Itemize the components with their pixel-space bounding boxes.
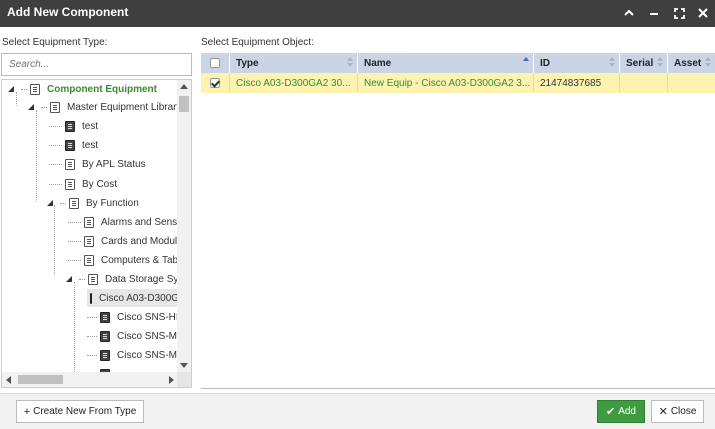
equipment-icon: [100, 330, 110, 342]
chevron-up-icon: [624, 9, 634, 16]
collapse-triangle-icon[interactable]: [45, 199, 54, 208]
dialog-footer: + Create New From Type ✔ Add ✕ Close: [0, 393, 715, 429]
scroll-right-arrow-icon[interactable]: [169, 376, 174, 384]
tree-guide: [74, 282, 75, 372]
scroll-thumb[interactable]: [18, 375, 63, 384]
equipment-icon: [84, 216, 94, 228]
cell-name: New Equip - Cisco A03-D300GA2 3...: [358, 73, 534, 93]
scroll-down-arrow-icon[interactable]: [180, 363, 188, 368]
equipment-icon: [100, 311, 110, 323]
equipment-icon: [90, 292, 92, 304]
column-header-serial[interactable]: Serial: [620, 53, 668, 73]
column-header-name[interactable]: Name: [358, 53, 534, 73]
tree-node-by-cost[interactable]: By Cost: [49, 175, 117, 193]
column-header-id[interactable]: ID: [534, 53, 620, 73]
row-checkbox-cell[interactable]: [201, 73, 230, 93]
equipment-type-tree: Component Equipment Master Equipment Lib…: [1, 79, 192, 388]
sort-icon: [657, 57, 663, 67]
tree-node-by-apl-status[interactable]: By APL Status: [49, 155, 146, 173]
tree-vertical-scrollbar[interactable]: [177, 80, 191, 372]
equipment-icon: [100, 349, 110, 361]
select-all-checkbox[interactable]: [210, 58, 220, 68]
equipment-icon: [65, 178, 75, 190]
table-row[interactable]: Cisco A03-D300GA2 30... New Equip - Cisc…: [201, 73, 715, 93]
cell-type: Cisco A03-D300GA2 30...: [230, 73, 358, 93]
minimize-button[interactable]: [645, 4, 663, 22]
scroll-up-arrow-icon[interactable]: [180, 84, 188, 89]
close-window-button[interactable]: [694, 4, 712, 22]
maximize-button[interactable]: [670, 4, 688, 22]
minimize-icon: [650, 13, 658, 15]
plus-icon: +: [23, 405, 31, 418]
collapse-triangle-icon[interactable]: [26, 103, 35, 112]
equipment-icon: [69, 197, 79, 209]
sort-icon: [609, 57, 615, 67]
scroll-corner: [177, 372, 191, 387]
row-checkbox[interactable]: [210, 78, 220, 88]
tree-node-component-equipment[interactable]: Component Equipment: [6, 80, 157, 98]
tree-node-cisco-sns-m[interactable]: Cisco SNS-M: [87, 327, 177, 345]
sort-ascending-icon: [523, 57, 529, 61]
equipment-icon: [50, 101, 60, 113]
tree-guide: [36, 110, 37, 202]
equipment-icon: [84, 254, 94, 266]
tree-guide: [54, 205, 55, 275]
tree-node-by-function[interactable]: By Function: [45, 194, 139, 212]
tree-node-cisco-sns-hi[interactable]: Cisco SNS-HI: [87, 308, 178, 326]
tree-node-cisco-sns-m[interactable]: Cisco SNS-M: [87, 346, 177, 364]
tree-node-test[interactable]: test: [49, 117, 98, 135]
expand-icon: [673, 7, 685, 19]
create-new-from-type-button[interactable]: + Create New From Type: [16, 400, 144, 423]
equipment-icon: [88, 273, 98, 285]
cell-asset: [668, 73, 715, 93]
checkmark-icon: ✔: [605, 406, 616, 418]
tree-node-computers[interactable]: Computers & Tablets: [68, 251, 178, 269]
tree-node-master-library[interactable]: Master Equipment Library: [26, 98, 178, 116]
collapse-triangle-icon[interactable]: [64, 275, 73, 284]
select-all-header[interactable]: [201, 53, 230, 73]
collapse-button[interactable]: [620, 4, 638, 22]
tree-node-partial: [87, 365, 117, 372]
close-icon: [698, 8, 708, 18]
sort-icon: [705, 57, 711, 67]
tree-node-test[interactable]: test: [49, 136, 98, 154]
tree-node-cards[interactable]: Cards and Modules: [68, 232, 178, 250]
tree-search-input[interactable]: [1, 53, 192, 76]
equipment-icon: [65, 139, 75, 151]
grid-header: Type Name ID Serial Asset: [201, 53, 715, 73]
cell-serial: [620, 73, 668, 93]
scroll-thumb[interactable]: [179, 96, 189, 112]
equipment-icon: [84, 235, 94, 247]
tree-node-data-storage[interactable]: Data Storage Systems: [64, 270, 178, 288]
tree-node-cisco-a03[interactable]: Cisco A03-D300GA2: [87, 289, 178, 307]
equipment-object-label: Select Equipment Object:: [201, 37, 314, 48]
close-button[interactable]: ✕ Close: [651, 400, 704, 423]
column-header-asset[interactable]: Asset: [668, 53, 715, 73]
sort-icon: [347, 57, 353, 67]
close-icon: ✕: [658, 406, 668, 418]
dialog-titlebar: Add New Component: [0, 0, 715, 27]
cell-id: 21474837685: [534, 73, 620, 93]
equipment-icon: [65, 158, 75, 170]
column-header-type[interactable]: Type: [230, 53, 358, 73]
dialog-title: Add New Component: [7, 5, 129, 19]
tree-viewport: Component Equipment Master Equipment Lib…: [2, 80, 178, 372]
add-button[interactable]: ✔ Add: [597, 400, 645, 423]
tree-horizontal-scrollbar[interactable]: [2, 372, 178, 387]
equipment-object-grid: Type Name ID Serial Asset Cisco A03-D300…: [201, 53, 715, 389]
tree-node-alarms[interactable]: Alarms and Sensors: [68, 213, 178, 231]
collapse-triangle-icon[interactable]: [6, 85, 15, 94]
equipment-icon: [65, 120, 75, 132]
equipment-icon: [30, 83, 40, 95]
scroll-left-arrow-icon[interactable]: [6, 376, 11, 384]
equipment-type-label: Select Equipment Type:: [2, 37, 108, 48]
